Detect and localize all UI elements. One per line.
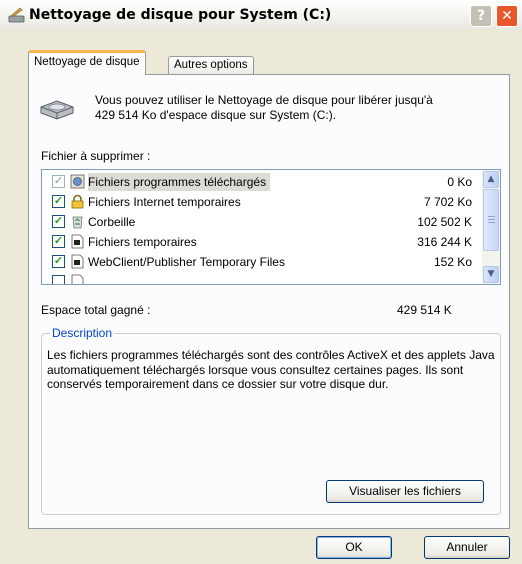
scroll-up-button[interactable]: ▲	[483, 171, 499, 188]
file-row[interactable]: ✓ Fichiers temporaires 316 244 K	[42, 232, 480, 252]
file-list-scrollbar[interactable]: ▲ ▼	[482, 170, 500, 284]
help-button[interactable]: ?	[470, 5, 492, 27]
file-checkbox[interactable]: ✓	[52, 175, 65, 188]
total-space-label: Espace total gagné :	[41, 303, 151, 317]
file-icon	[71, 274, 84, 284]
intro-line-1: Vous pouvez utiliser le Nettoyage de dis…	[95, 93, 433, 107]
scroll-thumb[interactable]	[483, 189, 499, 251]
file-size: 102 502 K	[417, 215, 472, 229]
recycle-bin-icon	[72, 216, 83, 229]
file-list[interactable]: ✓ Fichiers programmes téléchargés 0 Ko ✓…	[41, 169, 501, 285]
file-checkbox	[52, 275, 65, 284]
temp-file-icon	[71, 254, 84, 269]
title-bar[interactable]: Nettoyage de disque pour System (C:) ? ✕	[0, 0, 522, 30]
thumb-grip	[488, 216, 495, 217]
intro-line-2: 429 514 Ko d'espace disque sur System (C…	[95, 108, 337, 122]
file-row[interactable]: ✓ Corbeille 102 502 K	[42, 212, 480, 232]
file-row[interactable]: ✓ Fichiers Internet temporaires 7 702 Ko	[42, 192, 480, 212]
tab-disk-cleanup[interactable]: Nettoyage de disque	[28, 50, 146, 75]
ok-button[interactable]: OK	[316, 536, 392, 559]
scroll-down-button[interactable]: ▼	[483, 266, 499, 283]
file-name: Fichiers programmes téléchargés	[88, 173, 271, 191]
file-checkbox[interactable]: ✓	[52, 255, 65, 268]
total-space-value: 429 514 K	[397, 303, 452, 317]
description-legend: Description	[50, 326, 115, 340]
description-group: Description Les fichiers programmes télé…	[41, 326, 501, 515]
file-name: Corbeille	[88, 215, 136, 229]
file-name: Fichiers Internet temporaires	[88, 195, 241, 209]
file-row-partial	[42, 272, 480, 284]
file-size: 152 Ko	[433, 255, 472, 269]
file-name: WebClient/Publisher Temporary Files	[88, 255, 285, 269]
description-text: Les fichiers programmes téléchargés sont…	[47, 348, 495, 391]
close-button[interactable]: ✕	[496, 5, 518, 27]
thumb-grip	[488, 222, 495, 223]
files-to-delete-label: Fichier à supprimer :	[41, 149, 151, 163]
tab-more-options[interactable]: Autres options	[168, 56, 254, 75]
thumb-grip	[488, 219, 495, 220]
file-size: 316 244 K	[417, 235, 472, 249]
view-files-button[interactable]: Visualiser les fichiers	[326, 480, 484, 503]
file-row[interactable]: ✓ Fichiers programmes téléchargés 0 Ko	[42, 172, 480, 192]
file-size: 7 702 Ko	[423, 195, 472, 209]
file-row[interactable]: ✓ WebClient/Publisher Temporary Files 15…	[42, 252, 480, 272]
file-name: Fichiers temporaires	[88, 235, 197, 249]
file-checkbox[interactable]: ✓	[52, 195, 65, 208]
file-checkbox[interactable]: ✓	[52, 215, 65, 228]
disk-cleanup-icon	[8, 7, 25, 23]
lock-icon	[71, 194, 84, 209]
downloaded-programs-icon	[70, 174, 85, 189]
file-size: 0 Ko	[447, 175, 472, 189]
temp-file-icon	[71, 234, 84, 249]
hard-drive-icon	[40, 100, 74, 120]
intro-text: Vous pouvez utiliser le Nettoyage de dis…	[95, 93, 495, 123]
window-title: Nettoyage de disque pour System (C:)	[29, 7, 332, 23]
cancel-button[interactable]: Annuler	[424, 536, 510, 559]
tab-panel: Vous pouvez utiliser le Nettoyage de dis…	[28, 74, 510, 529]
file-checkbox[interactable]: ✓	[52, 235, 65, 248]
